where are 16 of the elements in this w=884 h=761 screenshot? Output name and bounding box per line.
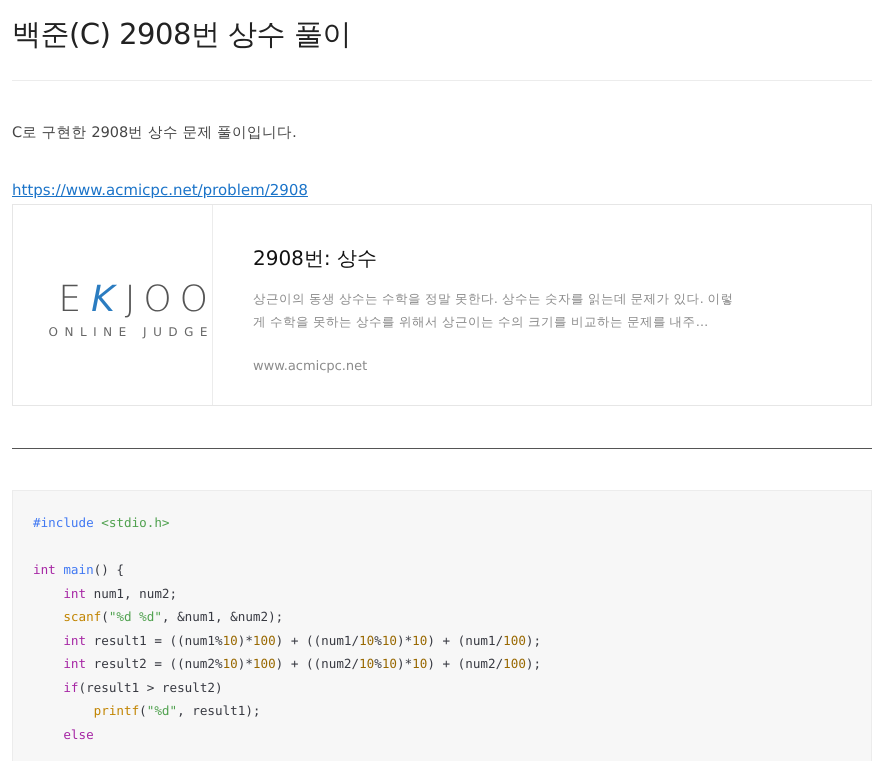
code-line: else — [62, 726, 94, 744]
code-line: scanf("%d %d", &num1, &num2); — [62, 608, 284, 626]
code-line: int main() { — [33, 561, 124, 579]
code-line: printf("%d", result1); — [92, 702, 260, 720]
code-line: if(result1 > result2) — [62, 678, 223, 696]
code-line: int result1 = ((num1%10)*100) + ((num1/10%10)*10) + (num1/100); — [62, 632, 542, 650]
code-line: #include <stdio.h> — [33, 514, 170, 532]
code-line: int result2 = ((num2%10)*100) + ((num2/10%10)*10) + (num2/100); — [62, 655, 542, 673]
problem-link[interactable]: https://www.acmicpc.net/problem/2908 — [12, 181, 308, 199]
code-line: int num1, num2; — [62, 584, 178, 602]
preview-summary: 상근이의 동생 상수는 수학을 정말 못한다. 상수는 숫자를 읽는데 문제가 있다. 이렇게 수학을 못하는 상수를 위해서 상근이는 수의 크기를 비교하는 문제를 내주… — [253, 290, 735, 331]
preview-title: 2908번: 상수 — [253, 245, 378, 272]
link-preview-card[interactable]: E K JOO ONLINE JUDGE 2908번: 상수 상근이의 동생 상수는 수학을 정말 못한다. 상수는 숫자를 읽는데 문제가 있다. 이렇게 수학을 못하는 상수를 위해서 상근이는 수의 크기를 비교하는 문제를 내주… www.acmicpc.net — [12, 204, 872, 406]
preview-domain: www.acmicpc.net — [253, 359, 368, 374]
post-title: 백준(C) 2908번 상수 풀이 — [12, 16, 352, 53]
intro-text: C로 구현한 2908번 상수 문제 풀이입니다. — [12, 124, 298, 143]
